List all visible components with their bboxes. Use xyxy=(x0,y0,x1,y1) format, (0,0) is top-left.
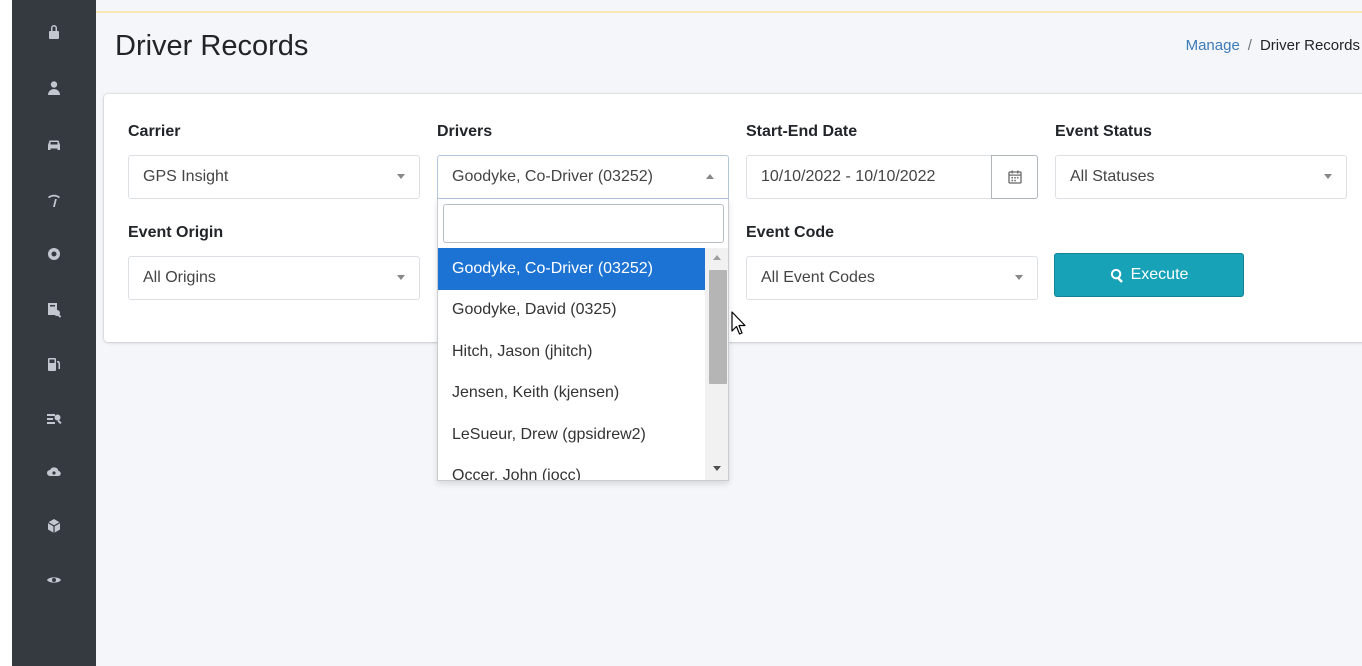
carrier-value: GPS Insight xyxy=(143,168,229,185)
event-status-select[interactable]: All Statuses xyxy=(1055,155,1347,199)
date-range-input[interactable]: 10/10/2022 - 10/10/2022 xyxy=(746,155,992,199)
driver-option[interactable]: Jensen, Keith (kjensen) xyxy=(438,373,705,415)
cube-icon[interactable] xyxy=(12,512,96,540)
date-range-value: 10/10/2022 - 10/10/2022 xyxy=(761,168,936,185)
car-icon[interactable] xyxy=(12,130,96,158)
driver-option[interactable]: Occer, John (jocc) xyxy=(438,456,705,480)
chevron-down-icon xyxy=(1015,275,1023,280)
execute-label: Execute xyxy=(1130,266,1189,283)
driver-option[interactable]: Goodyke, David (0325) xyxy=(438,290,705,332)
top-border xyxy=(96,11,1362,13)
breadcrumb: Manage / Driver Records xyxy=(1186,37,1360,54)
date-range-picker: 10/10/2022 - 10/10/2022 xyxy=(746,155,1038,199)
chevron-down-icon xyxy=(1324,174,1332,179)
lock-icon[interactable] xyxy=(12,18,96,46)
calendar-button[interactable] xyxy=(991,155,1038,199)
date-label: Start-End Date xyxy=(746,123,858,140)
scroll-up-arrow-icon[interactable] xyxy=(713,255,721,260)
signal-icon[interactable] xyxy=(12,186,96,214)
eye-icon[interactable] xyxy=(12,566,96,594)
scrollbar-thumb[interactable] xyxy=(709,270,727,384)
filter-card xyxy=(104,94,1362,342)
dropdown-scrollbar[interactable] xyxy=(705,248,728,480)
mouse-cursor-icon xyxy=(731,311,746,335)
drivers-label: Drivers xyxy=(437,123,493,140)
carrier-select[interactable]: GPS Insight xyxy=(128,155,420,199)
event-origin-select[interactable]: All Origins xyxy=(128,256,420,300)
user-icon[interactable] xyxy=(12,74,96,102)
breadcrumb-separator: / xyxy=(1247,37,1252,54)
chevron-up-icon xyxy=(706,174,714,179)
page-title: Driver Records xyxy=(115,30,309,62)
chevron-down-icon xyxy=(397,275,405,280)
event-code-value: All Event Codes xyxy=(761,269,875,286)
drivers-value: Goodyke, Co-Driver (03252) xyxy=(452,168,653,185)
drivers-option-list: Goodyke, Co-Driver (03252) Goodyke, Davi… xyxy=(438,248,705,480)
carrier-label: Carrier xyxy=(128,123,181,140)
drivers-select[interactable]: Goodyke, Co-Driver (03252) xyxy=(437,155,729,199)
gear-icon[interactable] xyxy=(12,240,96,268)
scroll-down-arrow-icon[interactable] xyxy=(713,466,721,471)
driver-option[interactable]: LeSueur, Drew (gpsidrew2) xyxy=(438,414,705,456)
event-status-value: All Statuses xyxy=(1070,168,1155,185)
breadcrumb-manage-link[interactable]: Manage xyxy=(1186,37,1240,54)
search-list-icon[interactable] xyxy=(12,405,96,433)
drivers-search-input[interactable] xyxy=(443,204,724,243)
event-code-select[interactable]: All Event Codes xyxy=(746,256,1038,300)
driver-option[interactable]: Hitch, Jason (jhitch) xyxy=(438,331,705,373)
left-gutter xyxy=(0,0,12,666)
execute-button[interactable]: Execute xyxy=(1054,253,1244,297)
chevron-down-icon xyxy=(397,174,405,179)
calendar-icon xyxy=(1007,170,1022,184)
sidebar xyxy=(12,0,96,666)
event-status-label: Event Status xyxy=(1055,123,1152,140)
fuel-icon[interactable] xyxy=(12,350,96,378)
event-origin-value: All Origins xyxy=(143,269,216,286)
driver-option[interactable]: Goodyke, Co-Driver (03252) xyxy=(438,248,705,290)
breadcrumb-current: Driver Records xyxy=(1259,37,1360,54)
event-origin-label: Event Origin xyxy=(128,224,224,241)
event-code-label: Event Code xyxy=(746,224,835,241)
search-icon xyxy=(1110,268,1123,283)
report-icon[interactable] xyxy=(12,296,96,324)
drivers-dropdown: Goodyke, Co-Driver (03252) Goodyke, Davi… xyxy=(437,199,729,481)
cloud-icon[interactable] xyxy=(12,458,96,486)
